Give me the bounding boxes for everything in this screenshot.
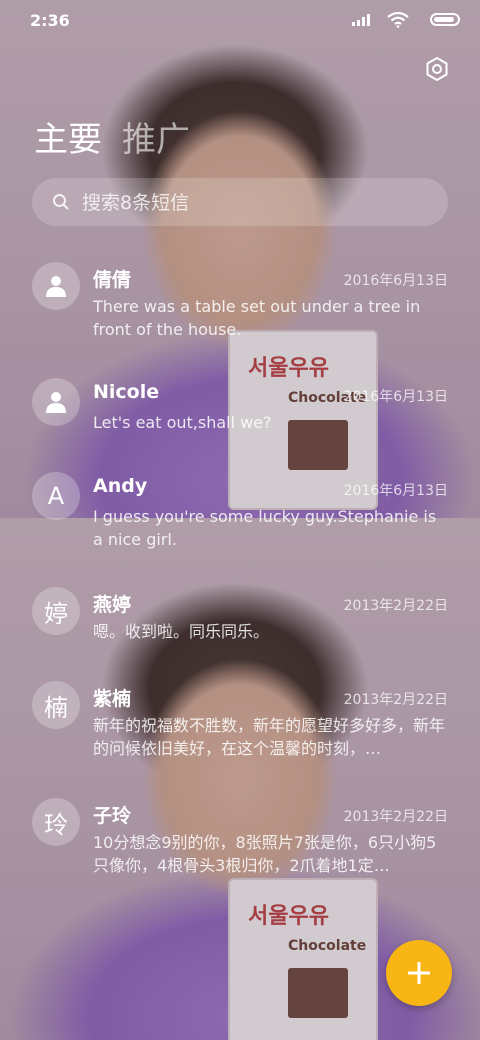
conversation-item[interactable]: Nicole 2016年6月13日 Let's eat out,shall we… xyxy=(0,378,480,478)
message-date: 2013年2月22日 xyxy=(343,692,448,708)
contact-name: Andy xyxy=(93,475,148,497)
contact-avatar: 楠 xyxy=(32,681,80,729)
message-preview: There was a table set out under a tree i… xyxy=(93,297,421,339)
message-preview: 10分想念9别的你，8张照片7张是你，6只小狗5只像你，4根骨头3根归你，2爪着… xyxy=(93,833,437,875)
message-preview: I guess you're some lucky guy.Stephanie … xyxy=(93,507,437,549)
signal-icon xyxy=(352,14,372,26)
conversation-item[interactable]: 玲 子玲 2013年2月22日 10分想念9别的你，8张照片7张是你，6只小狗5… xyxy=(0,798,480,898)
contact-name: 燕婷 xyxy=(93,594,132,616)
status-bar: 2:36 xyxy=(0,0,480,40)
message-date: 2016年6月13日 xyxy=(343,389,448,405)
wifi-icon xyxy=(387,12,409,28)
conversation-item[interactable]: 楠 紫楠 2013年2月22日 新年的祝福数不胜数，新年的愿望好多好多，新年的问… xyxy=(0,681,480,781)
message-preview: 新年的祝福数不胜数，新年的愿望好多好多，新年的问候依旧美好，在这个温馨的时刻，… xyxy=(93,716,446,758)
search-input[interactable] xyxy=(80,188,424,218)
tab-promotions[interactable]: 推广 xyxy=(122,112,190,161)
message-date: 2013年2月22日 xyxy=(343,598,448,614)
person-icon xyxy=(46,276,66,297)
conversation-item[interactable]: 婷 燕婷 2013年2月22日 嗯。收到啦。同乐同乐。 xyxy=(0,587,480,687)
search-icon xyxy=(53,194,69,210)
contact-name: 倩倩 xyxy=(93,269,132,291)
message-preview: Let's eat out,shall we? xyxy=(93,413,272,432)
plus-icon xyxy=(408,962,430,984)
contact-avatar: 婷 xyxy=(32,587,80,635)
contact-avatar: 玲 xyxy=(32,798,80,846)
person-icon xyxy=(46,392,66,413)
conversation-item[interactable]: 倩倩 2016年6月13日 There was a table set out … xyxy=(0,262,480,362)
tab-bar: 主要 推广 xyxy=(34,112,190,161)
tab-main[interactable]: 主要 xyxy=(34,112,102,161)
message-preview: 嗯。收到啦。同乐同乐。 xyxy=(93,622,270,641)
contact-avatar xyxy=(32,262,80,310)
status-time: 2:36 xyxy=(30,11,70,30)
settings-gear-icon[interactable] xyxy=(424,56,450,82)
contact-name: Nicole xyxy=(93,381,160,403)
contact-avatar: A xyxy=(32,472,80,520)
conversation-item[interactable]: A Andy 2016年6月13日 I guess you're some lu… xyxy=(0,472,480,572)
contact-name: 子玲 xyxy=(93,805,132,827)
contact-avatar xyxy=(32,378,80,426)
message-date: 2016年6月13日 xyxy=(343,273,448,289)
contact-name: 紫楠 xyxy=(93,688,132,710)
message-date: 2013年2月22日 xyxy=(343,809,448,825)
search-bar[interactable] xyxy=(32,178,448,226)
compose-button[interactable] xyxy=(386,940,452,1006)
battery-icon xyxy=(430,13,460,26)
message-date: 2016年6月13日 xyxy=(343,483,448,499)
